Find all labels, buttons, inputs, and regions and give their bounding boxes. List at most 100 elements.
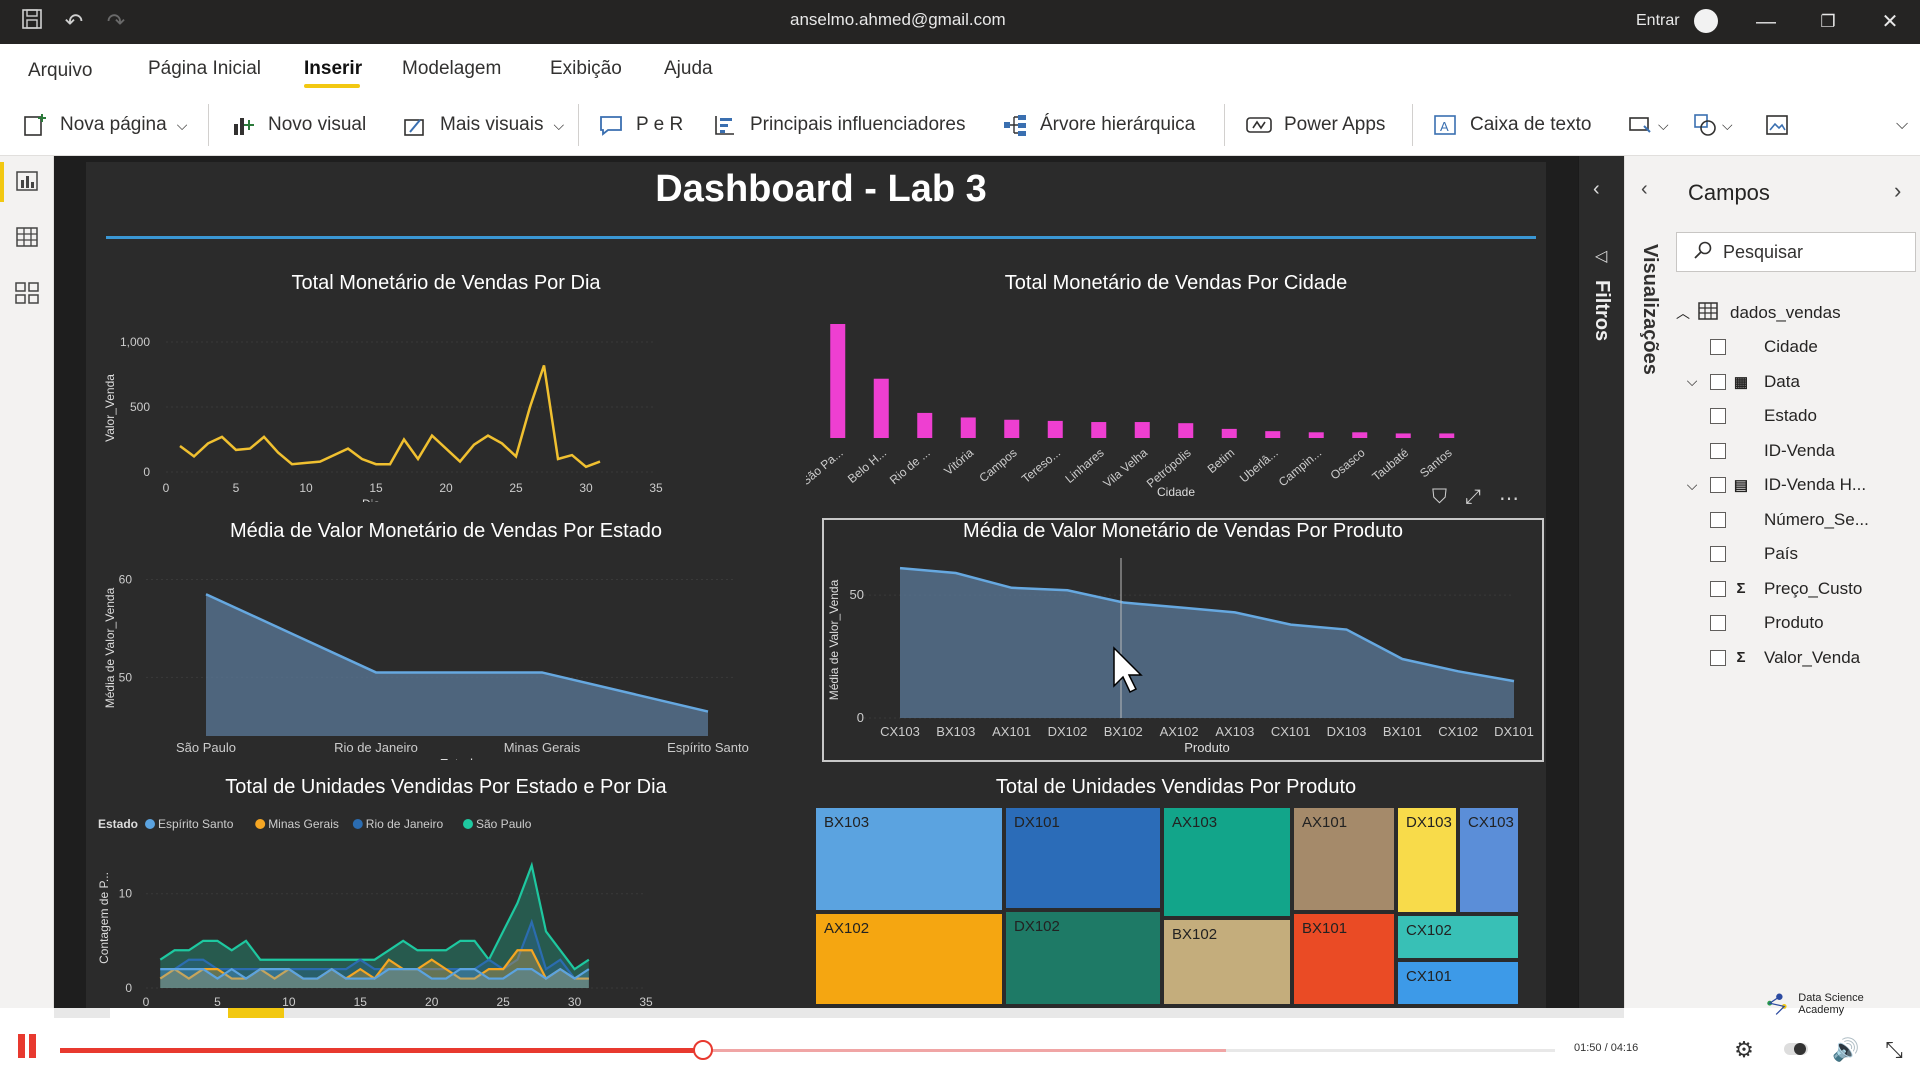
x-axis-label: Dia bbox=[362, 497, 380, 502]
chevron-left-icon[interactable]: ‹ bbox=[1641, 178, 1648, 201]
field-checkbox[interactable] bbox=[1710, 442, 1726, 459]
nova-pagina-button[interactable]: Nova página ⌵ bbox=[20, 94, 187, 156]
field-checkbox[interactable] bbox=[1710, 580, 1726, 597]
field-checkbox[interactable] bbox=[1710, 373, 1726, 390]
field-item[interactable]: País bbox=[1674, 537, 1798, 571]
shapes-dropdown[interactable]: ⌵ bbox=[1690, 94, 1733, 156]
data-view-icon[interactable] bbox=[12, 222, 42, 252]
field-item[interactable]: ⌵ ▦ Data bbox=[1674, 365, 1800, 399]
fields-search-input[interactable]: Pesquisar bbox=[1676, 232, 1916, 272]
principais-influenciadores-button[interactable]: Principais influenciadores bbox=[710, 94, 965, 156]
bar bbox=[1091, 422, 1107, 438]
report-page[interactable]: Dashboard - Lab 3 Total Monetário de Ven… bbox=[86, 162, 1546, 1010]
new-visual-icon bbox=[228, 110, 258, 140]
chevron-up-icon[interactable]: ︿ bbox=[1676, 303, 1698, 323]
field-item[interactable]: ⌵ ▤ ID-Venda H... bbox=[1674, 468, 1866, 502]
page-tab-active[interactable] bbox=[228, 1008, 284, 1018]
field-item[interactable]: Produto bbox=[1674, 606, 1824, 640]
filter-icon[interactable]: ⛉ bbox=[1432, 486, 1447, 511]
field-item[interactable]: Σ Preço_Custo bbox=[1674, 572, 1862, 606]
signin-link[interactable]: Entrar bbox=[1636, 12, 1680, 30]
field-item[interactable]: Σ Valor_Venda bbox=[1674, 641, 1860, 675]
menu-exibicao[interactable]: Exibição bbox=[550, 58, 622, 80]
mais-visuais-button[interactable]: Mais visuais ⌵ bbox=[400, 94, 564, 156]
treemap-cell-dx102[interactable]: DX102 bbox=[1004, 910, 1162, 1006]
table-node[interactable]: ︿ dados_vendas bbox=[1676, 296, 1841, 330]
chat-bubble-icon bbox=[596, 110, 626, 140]
power-apps-button[interactable]: Power Apps bbox=[1244, 94, 1385, 156]
treemap-cell-cx102[interactable]: CX102 bbox=[1396, 914, 1520, 960]
undo-icon[interactable]: ↶ bbox=[60, 8, 88, 36]
progress-scrubber-handle[interactable] bbox=[692, 1040, 713, 1060]
treemap-cell-dx101[interactable]: DX101 bbox=[1004, 806, 1162, 910]
menu-arquivo[interactable]: Arquivo bbox=[28, 60, 92, 82]
novo-visual-button[interactable]: Novo visual bbox=[228, 94, 366, 156]
report-view-icon[interactable] bbox=[12, 166, 42, 196]
calendar-icon: ▦ bbox=[1733, 373, 1749, 391]
vendas-por-cidade-chart[interactable]: Total Monetário de Vendas Por Cidade São… bbox=[806, 262, 1546, 502]
field-checkbox[interactable] bbox=[1710, 477, 1726, 493]
more-options-icon[interactable]: ⋯ bbox=[1499, 486, 1519, 511]
treemap-cell-dx103[interactable]: DX103 bbox=[1396, 806, 1458, 914]
treemap-cell-cx101[interactable]: CX101 bbox=[1396, 960, 1520, 1006]
field-item[interactable]: Número_Se... bbox=[1674, 503, 1869, 537]
arvore-hierarquica-button[interactable]: Árvore hierárquica bbox=[1000, 94, 1195, 156]
media-por-produto-chart[interactable]: Média de Valor Monetário de Vendas Por P… bbox=[822, 518, 1544, 762]
treemap-cell-ax101[interactable]: AX101 bbox=[1292, 806, 1396, 912]
field-item[interactable]: Estado bbox=[1674, 399, 1817, 433]
menu-pagina-inicial[interactable]: Página Inicial bbox=[148, 58, 261, 80]
menu-ajuda[interactable]: Ajuda bbox=[664, 58, 713, 80]
pause-icon[interactable] bbox=[18, 1034, 38, 1058]
per-button[interactable]: P e R bbox=[596, 94, 683, 156]
save-icon[interactable] bbox=[18, 8, 46, 36]
chevron-right-icon[interactable]: › bbox=[1894, 178, 1901, 204]
chevron-left-icon[interactable]: ‹ bbox=[1593, 178, 1600, 201]
exit-fullscreen-icon[interactable]: ⤡ bbox=[1880, 1036, 1908, 1064]
page-tabs-strip bbox=[54, 1008, 1624, 1018]
minimize-icon[interactable]: — bbox=[1746, 6, 1786, 38]
treemap-cell-bx102[interactable]: BX102 bbox=[1162, 918, 1292, 1006]
principais-influenciadores-label: Principais influenciadores bbox=[750, 114, 966, 135]
vendas-por-dia-chart[interactable]: Total Monetário de Vendas Por Dia 1,000 5… bbox=[96, 262, 796, 502]
treemap-cell-cx103[interactable]: CX103 bbox=[1458, 806, 1520, 914]
menu-inserir[interactable]: Inserir bbox=[304, 58, 362, 80]
unidades-por-produto-treemap[interactable]: Total de Unidades Vendidas Por Produto B… bbox=[806, 766, 1546, 1010]
field-checkbox[interactable] bbox=[1710, 339, 1726, 355]
filters-pane-collapsed[interactable]: ‹ ◁ Filtros bbox=[1578, 156, 1624, 1008]
treemap-cell-ax103[interactable]: AX103 bbox=[1162, 806, 1292, 918]
model-view-icon[interactable] bbox=[12, 278, 42, 308]
treemap-cell-ax102[interactable]: AX102 bbox=[814, 912, 1004, 1006]
quality-toggle-icon[interactable] bbox=[1782, 1036, 1810, 1064]
ribbon-collapse-chevron[interactable]: ⌵ bbox=[1896, 94, 1908, 156]
field-checkbox[interactable] bbox=[1710, 649, 1726, 666]
chevron-down-icon[interactable]: ⌵ bbox=[1674, 477, 1710, 494]
focus-mode-icon[interactable]: ⤢ bbox=[1465, 486, 1481, 511]
restore-icon[interactable]: ❐ bbox=[1808, 6, 1848, 38]
field-checkbox[interactable] bbox=[1710, 408, 1726, 424]
page-tab[interactable] bbox=[110, 1008, 228, 1018]
unidades-por-estado-dia-chart[interactable]: Total de Unidades Vendidas Por Estado e … bbox=[96, 766, 796, 1010]
legend-label: Rio de Janeiro bbox=[366, 817, 444, 831]
volume-icon[interactable]: 🔊 bbox=[1832, 1036, 1860, 1064]
button-insert-icon bbox=[1626, 110, 1656, 140]
redo-icon[interactable]: ↷ bbox=[102, 8, 130, 36]
buttons-dropdown[interactable]: ⌵ bbox=[1626, 94, 1669, 156]
treemap-cell-bx103[interactable]: BX103 bbox=[814, 806, 1004, 912]
close-icon[interactable]: ✕ bbox=[1870, 6, 1910, 38]
caixa-de-texto-button[interactable]: A Caixa de texto bbox=[1430, 94, 1591, 156]
field-checkbox[interactable] bbox=[1710, 615, 1726, 631]
x-tick-label: 10 bbox=[282, 995, 296, 1009]
visualizations-pane-collapsed[interactable]: ‹ Visualizações bbox=[1624, 156, 1674, 1008]
gear-icon[interactable]: ⚙ bbox=[1730, 1036, 1758, 1064]
menu-modelagem[interactable]: Modelagem bbox=[402, 58, 501, 80]
media-por-estado-chart[interactable]: Média de Valor Monetário de Vendas Por E… bbox=[96, 510, 796, 760]
field-checkbox[interactable] bbox=[1710, 511, 1726, 528]
treemap-cell-bx101[interactable]: BX101 bbox=[1292, 912, 1396, 1006]
chevron-down-icon[interactable]: ⌵ bbox=[1674, 373, 1710, 390]
field-item[interactable]: Cidade bbox=[1674, 330, 1818, 364]
x-tick-label: 0 bbox=[143, 995, 150, 1009]
avatar[interactable] bbox=[1694, 9, 1718, 33]
field-checkbox[interactable] bbox=[1710, 546, 1726, 562]
image-button[interactable] bbox=[1762, 94, 1792, 156]
field-item[interactable]: ID-Venda bbox=[1674, 434, 1835, 468]
